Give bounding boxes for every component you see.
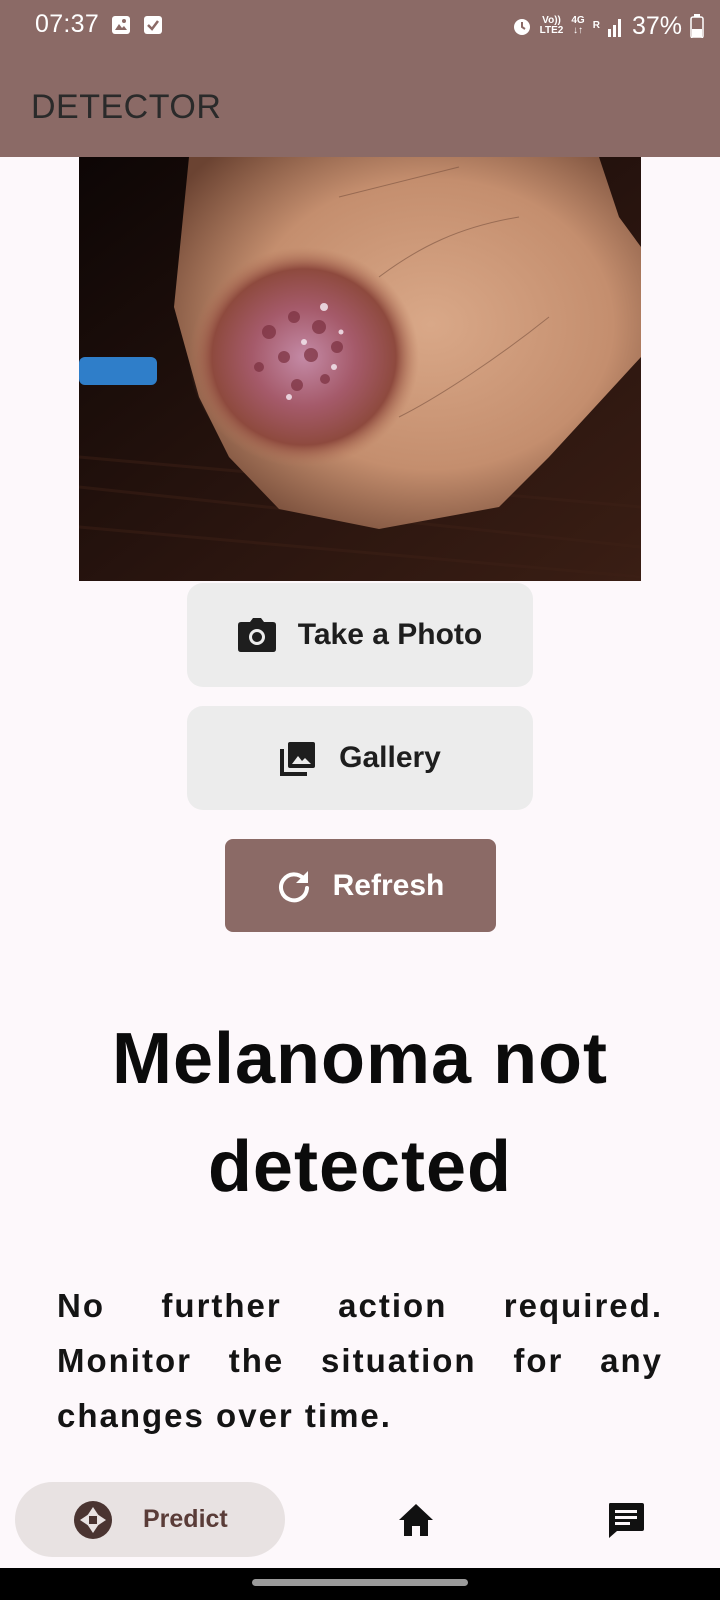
photo-preview-image bbox=[79, 157, 641, 581]
photo-library-icon bbox=[280, 742, 316, 776]
shutter-icon bbox=[74, 1500, 112, 1539]
nav-item-predict[interactable]: Predict bbox=[15, 1482, 285, 1557]
gallery-button[interactable]: Gallery bbox=[187, 706, 533, 810]
signal-icon bbox=[607, 19, 621, 37]
network-type: Vo)) LTE2 bbox=[540, 16, 564, 36]
take-photo-label: Take a Photo bbox=[297, 618, 483, 651]
roaming-indicator: R bbox=[593, 21, 600, 31]
camera-icon bbox=[237, 618, 276, 652]
nav-predict-label: Predict bbox=[143, 1505, 228, 1533]
gallery-label: Gallery bbox=[339, 741, 441, 774]
skin-lesion-photo bbox=[79, 157, 641, 581]
refresh-button[interactable]: Refresh bbox=[225, 839, 496, 932]
gallery-icon bbox=[112, 16, 130, 34]
gesture-handle[interactable] bbox=[252, 1579, 468, 1586]
chat-icon[interactable] bbox=[606, 1500, 646, 1540]
app-bar: DETECTOR bbox=[0, 52, 720, 157]
checkbox-icon bbox=[144, 16, 162, 34]
generation-indicator: 4G ↓↑ bbox=[571, 15, 585, 36]
result-headline: Melanoma not detected bbox=[111, 1019, 609, 1207]
result-message: No further action required. Monitor the … bbox=[57, 1287, 663, 1434]
battery-percent: 37% bbox=[631, 11, 682, 40]
bottom-navigation: Predict bbox=[0, 1472, 720, 1568]
roaming-label: R bbox=[592, 20, 600, 31]
lte-label: LTE2 bbox=[539, 25, 564, 36]
status-time: 07:37 bbox=[35, 10, 100, 38]
refresh-label: Refresh bbox=[332, 868, 445, 902]
gesture-navigation-bar bbox=[0, 1568, 720, 1600]
status-bar: 07:37 Vo)) LTE2 4G ↓↑ R 37% bbox=[0, 0, 720, 52]
refresh-icon bbox=[278, 870, 309, 902]
alarm-icon bbox=[513, 19, 530, 35]
home-icon[interactable] bbox=[396, 1500, 436, 1540]
battery-icon bbox=[690, 14, 704, 38]
take-photo-button[interactable]: Take a Photo bbox=[187, 583, 533, 687]
app-title: DETECTOR bbox=[31, 88, 222, 126]
status-indicators: Vo)) LTE2 4G ↓↑ R 37% bbox=[512, 10, 704, 42]
